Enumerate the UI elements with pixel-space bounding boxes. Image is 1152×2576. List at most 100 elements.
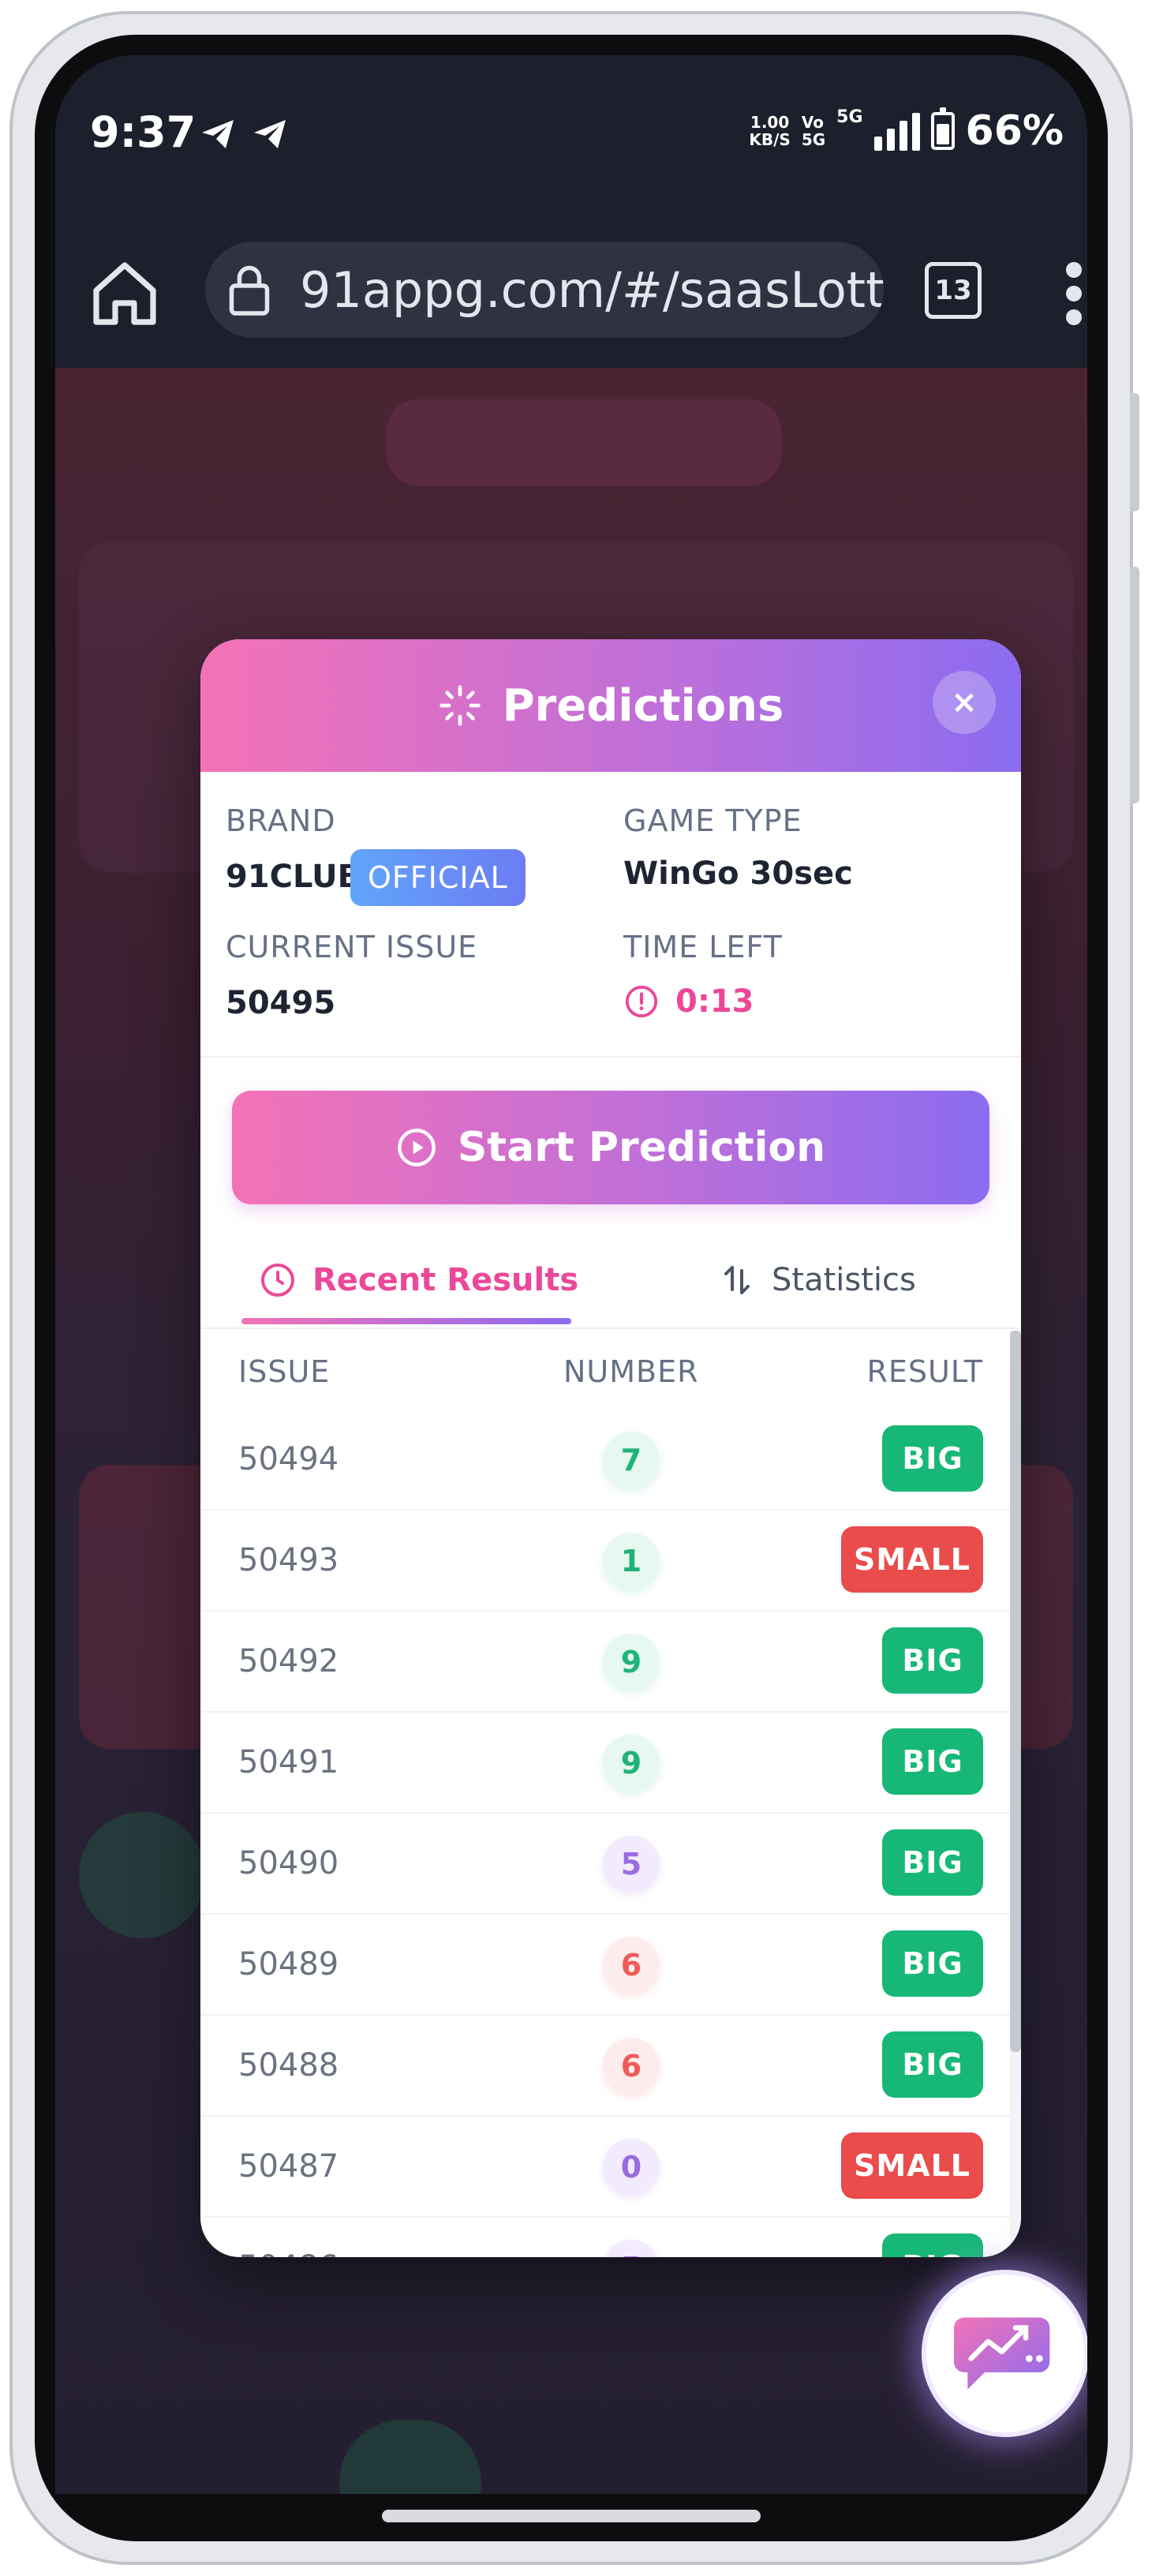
active-tab-indicator — [241, 1318, 571, 1324]
more-vertical-icon[interactable] — [1062, 262, 1086, 325]
row-result-badge: BIG — [882, 1930, 983, 1997]
screen: 9:37 1.00 KB/S Vo 5G 5G 66% 91appg.com/#… — [55, 55, 1087, 2494]
current-issue-label: CURRENT ISSUE — [226, 930, 478, 964]
results-tabs: Recent Results Statistics — [200, 1231, 1021, 1329]
battery-icon — [930, 107, 955, 150]
row-issue: 50492 — [238, 1643, 339, 1679]
row-number-ball: 6 — [603, 2038, 660, 2095]
tab-statistics-label: Statistics — [772, 1262, 916, 1298]
table-row: 50489 6 BIG — [200, 1915, 1021, 2016]
blurred-button — [79, 1812, 205, 1938]
table-row: 50490 5 BIG — [200, 1814, 1021, 1915]
tab-statistics[interactable]: Statistics — [718, 1231, 916, 1329]
modal-title: Predictions — [502, 680, 784, 732]
row-number-ball: 9 — [603, 1735, 660, 1792]
row-number-ball: 6 — [603, 1937, 660, 1994]
prediction-info: BRAND 91CLUB OFFICIAL GAME TYPE WinGo 30… — [200, 772, 1021, 1058]
game-type-value: WinGo 30sec — [623, 856, 853, 892]
row-issue: 50488 — [238, 2047, 339, 2084]
tab-recent-label: Recent Results — [312, 1262, 579, 1298]
table-row: 50493 1 SMALL — [200, 1511, 1021, 1612]
table-row: 50487 0 SMALL — [200, 2117, 1021, 2218]
row-result-badge: BIG — [882, 1728, 983, 1795]
start-prediction-label: Start Prediction — [457, 1124, 826, 1171]
lock-icon — [229, 265, 270, 316]
phone-bezel: 9:37 1.00 KB/S Vo 5G 5G 66% 91appg.com/#… — [35, 35, 1108, 2541]
volte-top: Vo — [801, 113, 824, 132]
status-time: 9:37 — [90, 107, 196, 157]
results-table: ISSUE NUMBER RESULT 50494 7 BIG 50493 1 SMALL… — [200, 1331, 1021, 2257]
official-badge: OFFICIAL — [350, 849, 526, 906]
row-number-ball: 0 — [603, 2139, 660, 2196]
browser-toolbar: 91appg.com/#/saasLottery 13 — [55, 213, 1087, 368]
gesture-nav-handle[interactable] — [382, 2510, 761, 2522]
tab-recent-results[interactable]: Recent Results — [259, 1231, 578, 1329]
row-result-badge: BIG — [882, 2233, 983, 2257]
header-result: RESULT — [866, 1354, 983, 1389]
row-number-ball: 5 — [603, 2240, 660, 2257]
row-issue: 50487 — [238, 2148, 339, 2185]
volte-indicator: Vo 5G — [802, 114, 825, 148]
home-icon[interactable] — [87, 256, 163, 331]
row-number-ball: 1 — [603, 1533, 660, 1589]
address-bar[interactable]: 91appg.com/#/saasLottery — [205, 242, 884, 338]
chart-chat-icon — [954, 2317, 1050, 2390]
volte-bottom: 5G — [801, 130, 826, 149]
row-result-badge: SMALL — [841, 2132, 983, 2199]
row-issue: 50490 — [238, 1845, 339, 1881]
current-issue-value: 50495 — [226, 985, 336, 1021]
time-left: 0:13 — [623, 983, 754, 1020]
table-row: 50486 5 BIG — [200, 2218, 1021, 2257]
network-type: 5G — [836, 107, 863, 127]
blurred-button — [339, 2420, 481, 2494]
table-header: ISSUE NUMBER RESULT — [200, 1331, 1021, 1410]
brand-value: 91CLUB — [226, 859, 362, 895]
row-result-badge: BIG — [882, 1627, 983, 1694]
status-bar: 9:37 1.00 KB/S Vo 5G 5G 66% — [55, 55, 1087, 213]
battery-percent: 66% — [965, 107, 1064, 155]
scrollbar-thumb[interactable] — [1010, 1331, 1021, 2052]
table-row: 50488 6 BIG — [200, 2016, 1021, 2117]
tab-switcher-button[interactable]: 13 — [925, 262, 982, 319]
row-result-badge: BIG — [882, 1829, 983, 1896]
volume-button — [1130, 393, 1139, 511]
brand-label: BRAND — [226, 803, 336, 838]
row-result-badge: BIG — [882, 2031, 983, 2098]
table-row: 50492 9 BIG — [200, 1612, 1021, 1713]
table-row: 50494 7 BIG — [200, 1410, 1021, 1511]
telegram-icon — [254, 120, 286, 148]
time-left-value: 0:13 — [675, 983, 754, 1020]
row-number-ball: 9 — [603, 1634, 660, 1690]
alert-circle-icon — [625, 985, 658, 1018]
start-prediction-button[interactable]: Start Prediction — [232, 1091, 989, 1204]
sort-arrows-icon — [724, 1266, 750, 1294]
row-issue: 50493 — [238, 1542, 339, 1578]
time-left-label: TIME LEFT — [623, 930, 783, 964]
clock-icon — [261, 1264, 294, 1297]
predictions-modal: Predictions × BRAND 91CLUB OFFICIAL GAME… — [200, 639, 1021, 2257]
floating-prediction-button[interactable] — [922, 2270, 1087, 2437]
status-right: 1.00 KB/S Vo 5G 5G 66% — [749, 107, 1064, 155]
loader-icon — [439, 685, 481, 726]
play-circle-icon — [397, 1129, 436, 1166]
signal-icon — [873, 111, 920, 151]
table-body: 50494 7 BIG 50493 1 SMALL 50492 9 BIG 50491 9 BIG 50… — [200, 1410, 1021, 2257]
modal-header: Predictions × — [200, 639, 1021, 772]
header-number: NUMBER — [563, 1354, 699, 1389]
net-speed-unit: KB/S — [749, 130, 791, 149]
row-number-ball: 7 — [603, 1432, 660, 1488]
url-text: 91appg.com/#/saasLottery — [300, 260, 884, 319]
telegram-icon — [202, 120, 234, 148]
blurred-logo — [387, 399, 781, 486]
row-issue: 50486 — [238, 2249, 338, 2257]
phone-frame: 9:37 1.00 KB/S Vo 5G 5G 66% 91appg.com/#… — [9, 11, 1139, 2565]
power-button — [1130, 567, 1139, 803]
close-button[interactable]: × — [933, 671, 996, 734]
row-issue: 50494 — [238, 1441, 339, 1477]
row-issue: 50489 — [238, 1946, 339, 1983]
row-result-badge: SMALL — [841, 1526, 983, 1593]
header-issue: ISSUE — [238, 1354, 331, 1389]
game-type-label: GAME TYPE — [623, 803, 802, 838]
row-number-ball: 5 — [603, 1836, 660, 1893]
row-result-badge: BIG — [882, 1425, 983, 1492]
